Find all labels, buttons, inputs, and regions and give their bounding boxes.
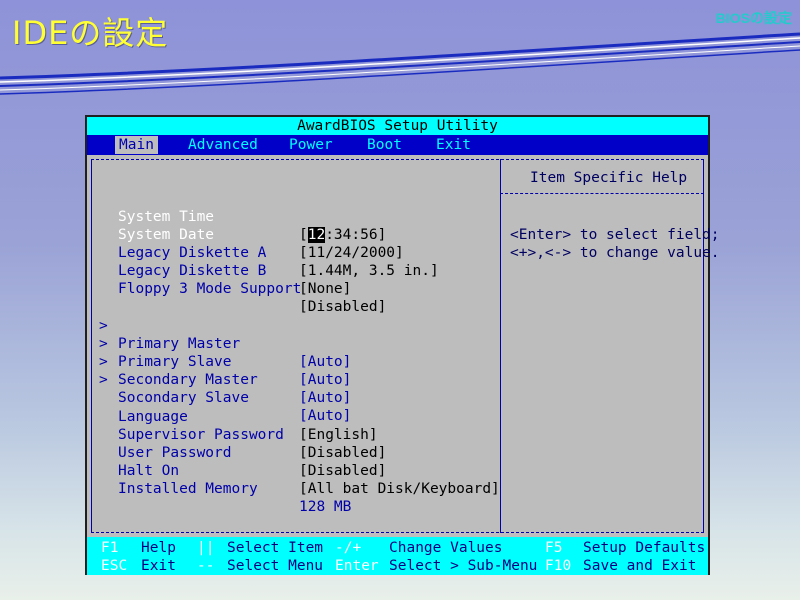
value-cursor[interactable]: 12 [307, 227, 326, 243]
key-legend: F1 Help || Select Item -/+ Change Values… [87, 537, 708, 575]
setting-value[interactable]: [Auto] [299, 407, 351, 425]
action-save-exit: Save and Exit [583, 558, 697, 574]
setting-legacy-diskette-b[interactable]: Legacy Diskette B [None] [87, 244, 351, 297]
help-line: <Enter> to select field; [510, 227, 720, 243]
help-title: Item Specific Help [530, 170, 688, 186]
setting-label: Installed Memory [118, 481, 258, 497]
menu-bar: Main Advanced Power Boot Exit [87, 135, 708, 155]
slide-tag: BIOSの設定 [715, 10, 792, 26]
setting-halt-on[interactable]: Halt On [All bat Disk/Keyboard] [87, 444, 500, 497]
setting-value[interactable]: [Disabled] [299, 298, 386, 316]
action-select-menu: Select Menu [227, 558, 324, 574]
setting-user-password[interactable]: User Password [Disabled] [87, 426, 386, 479]
value-rest: :34:56] [325, 227, 387, 243]
help-separator [500, 193, 704, 194]
setting-label: Legacy Diskette A [118, 245, 267, 261]
setting-installed-memory: Installed Memory 128 MB [87, 462, 351, 515]
help-divider [500, 159, 501, 533]
setting-value[interactable]: [None] [299, 280, 351, 298]
setting-value[interactable]: [11/24/2000] [299, 244, 404, 262]
action-setup-defaults: Setup Defaults [583, 540, 706, 556]
action-sub-menu: Select > Sub-Menu [389, 558, 538, 574]
setting-supervisor-password[interactable]: Supervisor Password [Disabled] [87, 408, 386, 461]
key-f5: F5 [545, 540, 563, 556]
help-line: <+>,<-> to change value. [510, 245, 720, 261]
menu-power[interactable]: Power [285, 136, 337, 154]
setting-value[interactable]: [Disabled] [299, 444, 386, 462]
bios-title: AwardBIOS Setup Utility [87, 117, 708, 135]
setting-label: Supervisor Password [118, 427, 284, 443]
setting-system-time[interactable]: System Time [12:34:56] [87, 190, 386, 243]
setting-primary-slave[interactable]: > Primary Slave [Auto] [87, 317, 351, 388]
key-f1: F1 [101, 540, 119, 556]
setting-primary-master[interactable]: > Primary Master [Auto] [87, 299, 351, 370]
setting-legacy-diskette-a[interactable]: Legacy Diskette A [1.44M, 3.5 in.] [87, 226, 439, 279]
setting-system-date[interactable]: System Date [11/24/2000] [87, 208, 404, 261]
action-exit: Exit [141, 558, 176, 574]
key-updown: || [197, 540, 215, 556]
setting-secondary-master[interactable]: > Secondary Master [Auto] [87, 335, 351, 406]
setting-value[interactable]: [Auto] [299, 353, 351, 371]
menu-boot[interactable]: Boot [363, 136, 406, 154]
setting-secondary-slave[interactable]: > Socondary Slave [Auto] [87, 353, 351, 424]
main-panel: System Time [12:34:56] System Date [11/2… [87, 155, 720, 537]
key-f10: F10 [545, 558, 572, 574]
setting-label: Floppy 3 Mode Support [118, 281, 302, 297]
setting-value[interactable]: [Auto] [299, 371, 351, 389]
key-esc: ESC [101, 558, 128, 574]
action-change-values: Change Values [389, 540, 503, 556]
key-leftright: -- [197, 558, 215, 574]
setting-floppy-3-mode[interactable]: Floppy 3 Mode Support [Disabled] [87, 262, 386, 315]
submenu-arrow-icon: > [99, 372, 108, 388]
setting-label: Legacy Diskette B [118, 263, 267, 279]
key-plus-minus: -/+ [335, 540, 362, 556]
setting-value[interactable]: [All bat Disk/Keyboard] [299, 480, 500, 498]
bios-window: AwardBIOS Setup Utility Main Advanced Po… [85, 115, 720, 575]
menu-exit[interactable]: Exit [432, 136, 475, 154]
setting-value[interactable]: [English] [299, 426, 378, 444]
setting-value[interactable]: [Disabled] [299, 462, 386, 480]
setting-value[interactable]: [12:34:56] [299, 226, 386, 244]
key-enter: Enter [335, 558, 379, 574]
setting-value: 128 MB [299, 499, 352, 515]
action-select-item: Select Item [227, 540, 324, 556]
setting-value[interactable]: [1.44M, 3.5 in.] [299, 262, 439, 280]
action-help: Help [141, 540, 176, 556]
menu-advanced[interactable]: Advanced [184, 136, 262, 154]
slide-title: IDEの設定 [12, 14, 169, 52]
menu-main[interactable]: Main [115, 136, 158, 154]
setting-value[interactable]: [Auto] [299, 389, 351, 407]
value-bracket: [ [299, 227, 308, 243]
setting-language[interactable]: Language [English] [87, 390, 378, 443]
